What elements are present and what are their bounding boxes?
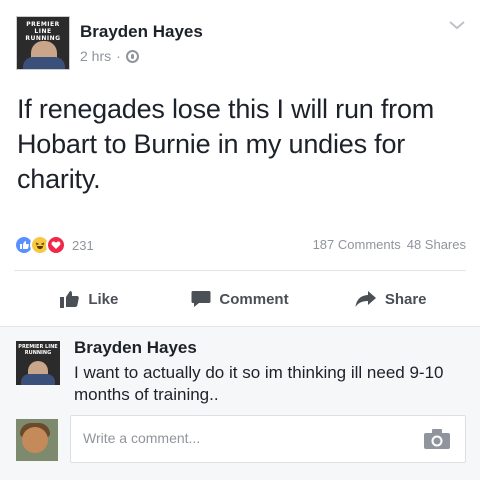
share-arrow-icon <box>355 291 376 307</box>
chevron-down-icon[interactable] <box>448 18 466 32</box>
post-counts: 231 187 Comments 48 Shares <box>14 232 466 258</box>
comment-text: I want to actually do it so im thinking … <box>74 363 444 404</box>
avatar-band-text: PREMIER LINE RUNNING <box>25 21 61 42</box>
commenter-avatar-band-text: PREMIER LINE RUNNING <box>18 344 58 356</box>
share-count[interactable]: 48 Shares <box>407 237 466 252</box>
post-card: PREMIER LINE RUNNING Brayden Hayes 2 hrs… <box>0 0 480 480</box>
like-button[interactable]: Like <box>14 282 165 316</box>
viewer-avatar-face <box>22 427 48 453</box>
divider <box>14 270 466 271</box>
comments-section: PREMIER LINE RUNNING Brayden Hayes I wan… <box>0 326 480 480</box>
share-button[interactable]: Share <box>315 282 466 316</box>
action-bar: Like Comment Share <box>14 282 466 316</box>
thumbs-up-icon <box>60 291 80 308</box>
speech-bubble-icon <box>191 291 211 307</box>
like-button-label: Like <box>88 290 119 308</box>
comment-input[interactable]: Write a comment... <box>70 415 466 463</box>
camera-icon[interactable] <box>423 428 451 450</box>
love-reaction-icon <box>46 235 66 255</box>
avatar-shirt <box>23 57 65 69</box>
commenter-avatar-shirt <box>21 374 55 385</box>
comment-input-placeholder: Write a comment... <box>83 430 201 446</box>
viewer-avatar <box>16 419 58 461</box>
comment-count[interactable]: 187 Comments <box>313 237 401 252</box>
share-button-label: Share <box>384 290 427 308</box>
engagement-counts: 187 Comments 48 Shares <box>313 237 466 252</box>
comment-button[interactable]: Comment <box>165 282 316 316</box>
author-name[interactable]: Brayden Hayes <box>80 22 203 42</box>
comment-item: PREMIER LINE RUNNING Brayden Hayes I wan… <box>14 337 466 411</box>
post-text: If renegades lose this I will run from H… <box>17 94 435 194</box>
post-time[interactable]: 2 hrs <box>80 48 111 64</box>
comment-button-label: Comment <box>219 290 289 308</box>
author-avatar[interactable]: PREMIER LINE RUNNING <box>16 16 70 70</box>
meta-separator: · <box>116 48 121 64</box>
post-meta: 2 hrs · <box>80 48 139 64</box>
reaction-count[interactable]: 231 <box>72 238 94 253</box>
commenter-name[interactable]: Brayden Hayes <box>74 338 197 358</box>
post-header: PREMIER LINE RUNNING Brayden Hayes 2 hrs… <box>14 14 466 72</box>
globe-icon[interactable] <box>125 49 139 63</box>
comment-composer: Write a comment... <box>14 415 466 465</box>
commenter-avatar[interactable]: PREMIER LINE RUNNING <box>16 341 60 385</box>
